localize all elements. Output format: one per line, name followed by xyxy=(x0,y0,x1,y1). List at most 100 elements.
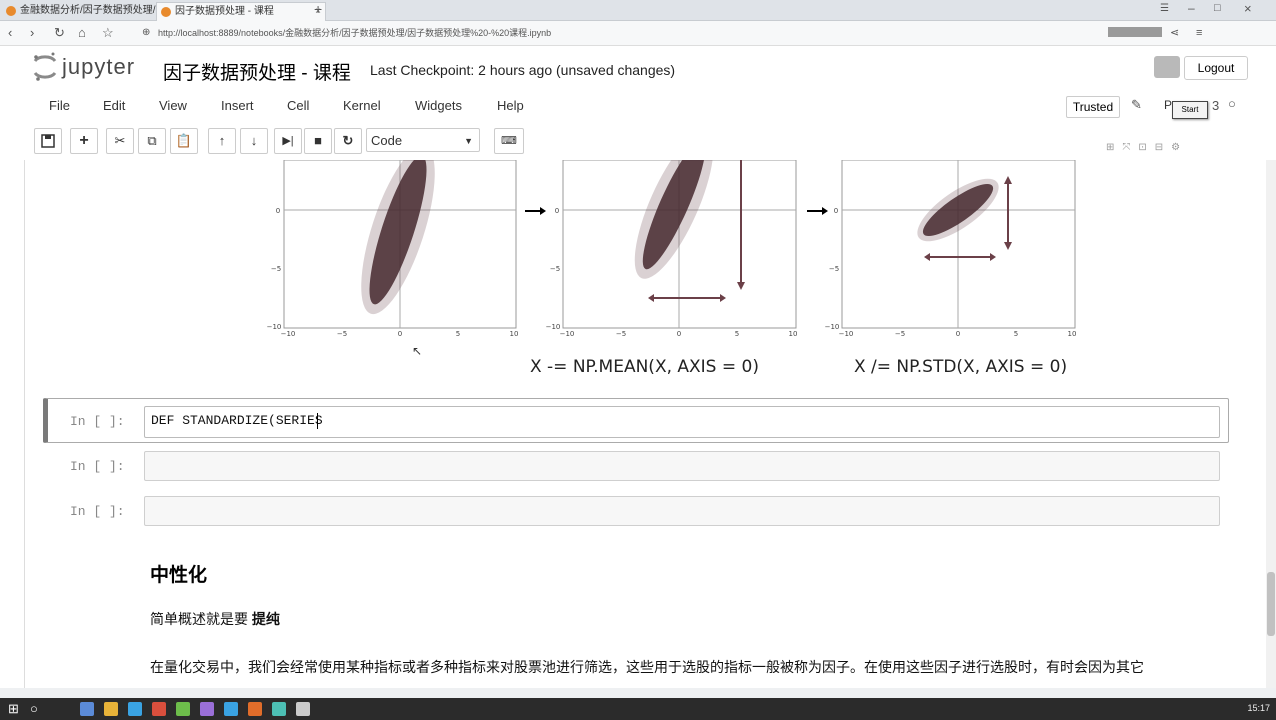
menu-view[interactable]: View xyxy=(159,98,187,113)
kernel-idle-icon: ○ xyxy=(1228,96,1236,111)
tick-label: −10 xyxy=(546,323,561,331)
url-text[interactable]: http://localhost:8889/notebooks/金融数据分析/因… xyxy=(158,26,551,39)
notebook-toolbar: + ✂ ⧉ 📋 ↑ ↓ ▶| ■ ↻ ⌨ ⊞⤧⊡⊟⚙ xyxy=(0,126,1276,158)
tick-label: −5 xyxy=(337,330,347,338)
jupyter-favicon-icon xyxy=(6,6,16,16)
scatter-panel-raw xyxy=(283,160,517,329)
python-logo-icon xyxy=(1154,56,1180,78)
jupyter-logo-icon[interactable] xyxy=(32,52,58,87)
back-icon[interactable]: ‹ xyxy=(8,24,12,42)
browser-status-bar xyxy=(0,688,1276,698)
menu-insert[interactable]: Insert xyxy=(221,98,254,113)
trusted-badge[interactable]: Trusted xyxy=(1066,96,1120,118)
menu-widgets[interactable]: Widgets xyxy=(415,98,462,113)
tick-label: −10 xyxy=(839,330,854,338)
markdown-heading: 中性化 xyxy=(150,565,208,586)
forward-icon[interactable]: › xyxy=(30,24,34,42)
formula-scale: X /= NP.STD(X, AXIS = 0) xyxy=(854,357,1067,377)
notebook-name[interactable]: 因子数据预处理 - 课程 xyxy=(163,58,351,85)
tick-label: 0 xyxy=(555,207,559,215)
markdown-paragraph-summary: 简单概述就是要 提纯 xyxy=(150,609,280,629)
code-text: DEF STANDARDIZE(SERIES xyxy=(151,413,323,428)
nbextension-icons[interactable]: ⊞⤧⊡⊟⚙ xyxy=(1106,142,1188,153)
start-tooltip: Start xyxy=(1172,101,1208,119)
tick-label: 10 xyxy=(1068,330,1077,338)
pencil-icon[interactable]: ✎ xyxy=(1131,97,1142,113)
scatter-panel-standardized xyxy=(841,160,1076,329)
taskbar-app-icon[interactable] xyxy=(176,702,190,716)
tick-label: −5 xyxy=(550,265,560,273)
taskbar-clock[interactable]: 15:17 xyxy=(1247,703,1270,713)
copy-icon[interactable]: ⧉ xyxy=(138,128,166,154)
tick-label: 5 xyxy=(456,330,460,338)
tick-label: −5 xyxy=(616,330,626,338)
tick-label: −5 xyxy=(271,265,281,273)
plus-icon[interactable]: + xyxy=(70,128,98,154)
taskbar-app-icon[interactable] xyxy=(248,702,262,716)
code-input-area[interactable]: DEF STANDARDIZE(SERIES xyxy=(144,406,1220,438)
taskbar-app-icon[interactable] xyxy=(200,702,214,716)
window-list-icon[interactable]: ☰ xyxy=(1160,3,1169,14)
menu-help[interactable]: Help xyxy=(497,98,524,113)
taskbar-app-icon[interactable] xyxy=(272,702,286,716)
browser-tab-bar: 金融数据分析/因子数据预处理/ 因子数据预处理 - 课程 × + ☰ – □ × xyxy=(0,0,1276,21)
maximize-icon[interactable]: □ xyxy=(1214,2,1221,14)
save-icon[interactable] xyxy=(34,128,62,154)
restart-icon[interactable]: ↻ xyxy=(334,128,362,154)
jupyter-logo-text: jupyter xyxy=(62,54,136,79)
tick-label: 10 xyxy=(789,330,798,338)
home-icon[interactable]: ⌂ xyxy=(78,24,86,42)
taskbar-app-icon[interactable] xyxy=(128,702,142,716)
menu-edit[interactable]: Edit xyxy=(103,98,125,113)
tick-label: −5 xyxy=(895,330,905,338)
taskbar-app-icon[interactable] xyxy=(80,702,94,716)
stop-icon[interactable]: ■ xyxy=(304,128,332,154)
browser-tab-label: 金融数据分析/因子数据预处理/ xyxy=(20,5,156,16)
scatter-panel-centered xyxy=(562,160,797,329)
bookmark-star-icon[interactable]: ☆ xyxy=(102,24,114,42)
taskbar-app-icon[interactable] xyxy=(296,702,310,716)
scrollbar-thumb[interactable] xyxy=(1267,572,1275,636)
share-icon[interactable]: ⋖ xyxy=(1170,24,1179,42)
menu-kernel[interactable]: Kernel xyxy=(343,98,381,113)
kernel-indicator-letter: P xyxy=(1164,98,1173,112)
reload-icon[interactable]: ↻ xyxy=(54,24,65,42)
taskbar-app-icon[interactable] xyxy=(224,702,238,716)
menu-cell[interactable]: Cell xyxy=(287,98,309,113)
cell-prompt: In [ ]: xyxy=(70,414,125,429)
browser-tab-2[interactable]: 因子数据预处理 - 课程 × xyxy=(156,2,326,21)
taskbar-app-icon[interactable] xyxy=(152,702,166,716)
cell-type-select[interactable]: Code ▼ xyxy=(366,128,480,152)
site-info-icon: ⊕ xyxy=(142,27,151,38)
code-input-area[interactable] xyxy=(144,496,1220,526)
logout-button[interactable]: Logout xyxy=(1184,56,1248,80)
close-window-icon[interactable]: × xyxy=(1244,1,1252,16)
step-forward-icon[interactable]: ▶| xyxy=(274,128,302,154)
tick-label: 0 xyxy=(398,330,402,338)
arrow-down-icon[interactable]: ↓ xyxy=(240,128,268,154)
standardization-figure: −10 −5 0 5 10 0 −5 −10 −10 −5 0 5 10 0 −… xyxy=(267,160,1077,377)
windows-start-icon[interactable]: ⊞ xyxy=(8,701,19,717)
checkpoint-status: Last Checkpoint: 2 hours ago (unsaved ch… xyxy=(370,62,676,78)
minimize-icon[interactable]: – xyxy=(1188,1,1195,15)
taskbar-app-icon[interactable] xyxy=(104,702,118,716)
chevron-down-icon: ▼ xyxy=(464,136,473,146)
tick-label: 0 xyxy=(677,330,681,338)
cut-icon[interactable]: ✂ xyxy=(106,128,134,154)
browser-tab-1[interactable]: 金融数据分析/因子数据预处理/ xyxy=(2,2,170,20)
text-cursor xyxy=(317,413,318,429)
keyboard-icon[interactable]: ⌨ xyxy=(494,128,524,154)
markdown-paragraph-body: 在量化交易中，我们会经常使用某种指标或者多种指标来对股票池进行筛选，这些用于选股… xyxy=(150,659,1144,675)
menu-file[interactable]: File xyxy=(49,98,70,113)
arrow-up-icon[interactable]: ↑ xyxy=(208,128,236,154)
extension-icon[interactable] xyxy=(1108,27,1162,37)
summary-text: 简单概述就是要 xyxy=(150,611,252,627)
menu-icon[interactable]: ≡ xyxy=(1196,24,1202,42)
code-input-area[interactable] xyxy=(144,451,1220,481)
tick-label: 0 xyxy=(956,330,960,338)
paste-icon[interactable]: 📋 xyxy=(170,128,198,154)
search-icon[interactable]: ○ xyxy=(30,701,38,716)
os-taskbar: ⊞ ○ 15:17 xyxy=(0,698,1276,720)
new-tab-icon[interactable]: + xyxy=(314,1,322,17)
tick-label: −5 xyxy=(829,265,839,273)
